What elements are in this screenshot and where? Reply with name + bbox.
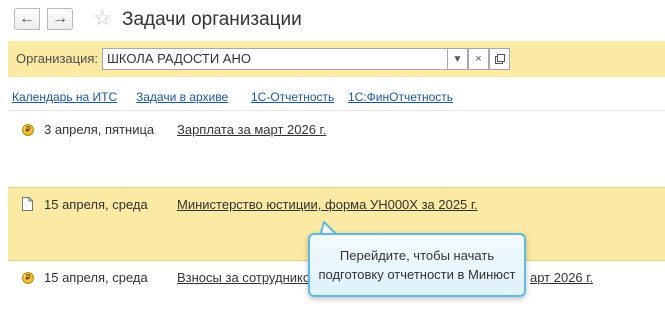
organization-label: Организация:	[16, 51, 99, 66]
document-icon	[22, 197, 33, 211]
page-title: Задачи организации	[122, 9, 302, 30]
organization-field[interactable]: ШКОЛА РАДОСТИ АНО	[102, 48, 448, 70]
back-button[interactable]: ←	[14, 8, 40, 30]
chevron-down-icon: ▼	[452, 53, 463, 65]
arrow-left-icon: ←	[19, 10, 35, 27]
open-window-icon	[494, 54, 505, 64]
link-archive-tasks[interactable]: Задачи в архиве	[136, 90, 228, 105]
organization-clear-button[interactable]: ×	[468, 48, 489, 70]
star-icon[interactable]: ☆	[93, 6, 112, 32]
organization-dropdown-button[interactable]: ▼	[447, 48, 468, 70]
link-1c-fin-reporting[interactable]: 1С:ФинОтчетность	[348, 90, 453, 105]
divider	[8, 110, 665, 111]
task-link[interactable]: Министерство юстиции, форма УН000Х за 20…	[177, 197, 478, 213]
tooltip: Перейдите, чтобы начать подготовку отчет…	[308, 233, 526, 297]
link-its-calendar[interactable]: Календарь на ИТС	[12, 90, 117, 105]
link-1c-reporting[interactable]: 1С-Отчетность	[251, 90, 334, 105]
coin-icon: ₽	[22, 272, 34, 284]
coin-icon: ₽	[22, 124, 34, 136]
task-date: 15 апреля, среда	[44, 197, 148, 212]
arrow-right-icon: →	[52, 10, 68, 27]
task-link[interactable]: Зарплата за март 2026 г.	[177, 122, 326, 138]
task-date: 15 апреля, среда	[44, 270, 148, 285]
task-date: 3 апреля, пятница	[44, 122, 155, 137]
close-icon: ×	[475, 53, 482, 65]
organization-open-button[interactable]	[489, 48, 510, 70]
task-link[interactable]: Взносы за сотруднико	[177, 270, 310, 286]
task-link-tail[interactable]: арт 2026 г.	[530, 270, 593, 286]
tooltip-text: Перейдите, чтобы начать подготовку отчет…	[318, 248, 516, 282]
forward-button[interactable]: →	[47, 8, 73, 30]
